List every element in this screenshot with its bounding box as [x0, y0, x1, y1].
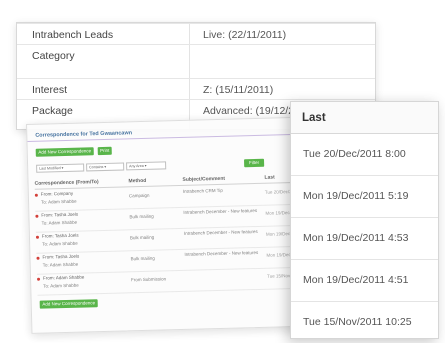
- column-header-subject[interactable]: Subject/Comment: [182, 176, 225, 183]
- add-correspondence-button[interactable]: Add New Correspondence: [35, 147, 94, 157]
- method-cell: From Submission: [131, 276, 167, 283]
- from-cell: From: Tasha Joels: [41, 211, 79, 218]
- method-cell: Bulk mailing: [129, 234, 155, 241]
- last-date-item: Tue 20/Dec/2011 8:00: [291, 134, 438, 176]
- to-cell: To: Adam Shabbe: [43, 282, 79, 289]
- last-date-item: Mon 19/Dec/2011 4:53: [291, 218, 438, 260]
- info-row-leads: Intrabench Leads Live: (22/11/2011): [17, 23, 375, 44]
- to-cell: To: Adam Shabbe: [40, 198, 77, 205]
- last-date-item: Mon 19/Dec/2011 4:51: [291, 260, 438, 302]
- correspondence-title: Correspondence for Ted Gwaancawn: [35, 130, 133, 139]
- from-cell: From: Tasha Joels: [41, 232, 79, 239]
- method-cell: Bulk mailing: [129, 213, 154, 220]
- from-cell: From: Company: [40, 190, 74, 197]
- info-row-interest: Interest Z: (15/11/2011): [17, 78, 375, 99]
- info-value: Z: (15/11/2011): [203, 84, 274, 96]
- subject-cell[interactable]: [185, 270, 265, 272]
- unread-indicator-icon: [35, 235, 40, 239]
- subject-cell[interactable]: Intrabench December - New features: [183, 207, 263, 216]
- subject-cell[interactable]: Intrabench December - New features: [184, 249, 264, 258]
- method-cell: Bulk mailing: [130, 255, 155, 262]
- last-date-text: Mon 19/Dec/2011 4:51: [303, 274, 409, 286]
- unread-indicator-icon: [34, 193, 38, 197]
- from-cell: From: Tasha Joels: [42, 253, 80, 260]
- last-column-zoom-panel: Last Tue 20/Dec/2011 8:00 Mon 19/Dec/201…: [290, 101, 439, 339]
- unread-indicator-icon: [36, 256, 40, 260]
- last-header-label: Last: [302, 112, 326, 124]
- info-value: Live: (22/11/2011): [203, 29, 287, 41]
- column-header-method[interactable]: Method: [128, 178, 146, 184]
- info-label: Package: [32, 105, 73, 117]
- unread-indicator-icon: [37, 277, 41, 281]
- last-date-text: Mon 19/Dec/2011 4:53: [303, 232, 409, 244]
- filter-select-date[interactable]: Last Modified ▾: [36, 163, 85, 173]
- column-header-correspondence[interactable]: Correspondence (From/To): [34, 179, 98, 187]
- unread-indicator-icon: [35, 214, 39, 218]
- add-correspondence-button-bottom[interactable]: Add New Correspondence: [39, 299, 98, 309]
- subject-cell[interactable]: Intrabench December - New features: [184, 228, 264, 237]
- method-cell: Campaign: [128, 192, 150, 199]
- last-date-text: Tue 20/Dec/2011 8:00: [303, 148, 406, 160]
- info-label: Intrabench Leads: [32, 29, 114, 41]
- last-date-item: Mon 19/Dec/2011 5:19: [291, 176, 438, 218]
- filter-select-match[interactable]: Contains ▾: [86, 162, 125, 172]
- to-cell: To: Adam Shabbe: [42, 240, 78, 247]
- print-button[interactable]: Print: [97, 146, 112, 156]
- last-column-header[interactable]: Last: [291, 102, 438, 134]
- to-cell: To: Adam Shabbe: [41, 219, 78, 226]
- correspondence-panel: Correspondence for Ted Gwaancawn Add New…: [26, 116, 322, 334]
- subject-cell[interactable]: Intrabench CRM Tip: [183, 186, 263, 195]
- last-date-text: Tue 15/Nov/2011 10:25: [303, 316, 412, 328]
- info-label: Interest: [32, 84, 68, 96]
- info-row-category: Category: [17, 44, 375, 65]
- filter-select-area[interactable]: Any Area ▾: [126, 161, 167, 171]
- filter-button[interactable]: Filter: [243, 158, 265, 168]
- last-date-text: Mon 19/Dec/2011 5:19: [303, 190, 409, 202]
- to-cell: To: Adam Shabbe: [42, 261, 79, 268]
- info-label: Category: [32, 50, 75, 62]
- last-date-item: Tue 15/Nov/2011 10:25: [291, 302, 438, 343]
- column-header-last[interactable]: Last: [264, 175, 274, 181]
- from-cell: From: Adam Shabbe: [42, 274, 85, 281]
